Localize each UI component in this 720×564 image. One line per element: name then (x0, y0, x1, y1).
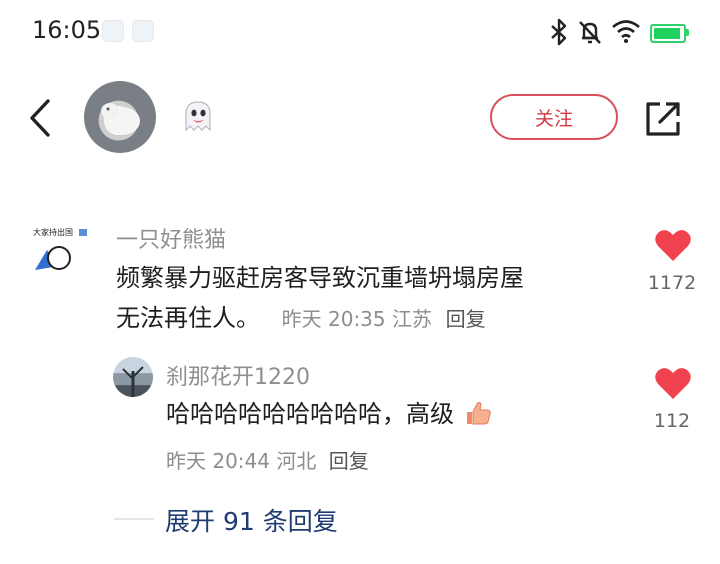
comment-like-count: 1172 (647, 272, 697, 294)
comment-like-heart-icon[interactable] (654, 228, 692, 262)
comment-reply-link[interactable]: 回复 (446, 307, 486, 331)
comment-text-end: 无法再住人。 (116, 304, 260, 332)
expand-replies-button[interactable]: 展开 91 条回复 (165, 502, 338, 538)
reply-reply-link[interactable]: 回复 (329, 449, 369, 473)
comment-text-line-2: 无法再住人。 昨天 20:35 江苏 回复 (116, 298, 486, 339)
battery-level (654, 28, 680, 39)
follow-button[interactable]: 关注 (490, 94, 618, 140)
battery-tip (686, 29, 689, 36)
reply-like-heart-icon[interactable] (654, 366, 692, 400)
avatar-badge-text: 大家持出国 (33, 227, 73, 237)
status-time: 16:05 (32, 16, 102, 44)
cartoon-avatar-image: 大家持出国 (33, 227, 87, 270)
commenter-avatar[interactable]: 大家持出国 (31, 226, 91, 286)
status-notification-icon (102, 20, 124, 42)
comment-username[interactable]: 一只好熊猫 (116, 222, 226, 254)
reply-text-row: 哈哈哈哈哈哈哈哈哈，高级 (166, 394, 492, 434)
reply-like-count: 112 (653, 410, 691, 432)
ghost-emoji-icon (185, 101, 211, 132)
wifi-icon (612, 20, 640, 43)
reply-username[interactable]: 刹那花开1220 (166, 359, 310, 391)
thumbs-up-emoji-icon (466, 402, 491, 425)
reply-avatar[interactable] (113, 357, 153, 397)
battery-icon (650, 24, 686, 43)
expand-divider (114, 518, 154, 520)
reply-meta: 昨天 20:44 河北 (166, 449, 317, 473)
comment-meta: 昨天 20:35 江苏 (281, 307, 432, 331)
back-arrow-icon[interactable] (28, 98, 54, 138)
cat-avatar-image (101, 103, 140, 135)
status-notification-icon (132, 20, 154, 42)
mute-bell-icon (579, 21, 601, 44)
reply-text: 哈哈哈哈哈哈哈哈哈，高级 (166, 400, 454, 428)
reply-meta-row: 昨天 20:44 河北 回复 (166, 445, 369, 474)
share-icon[interactable] (642, 98, 684, 140)
comment-text-line-1: 频繁暴力驱赶房客导致沉重墙坍塌房屋 (116, 264, 524, 292)
author-avatar[interactable] (84, 81, 156, 153)
tree-avatar-image (122, 366, 144, 397)
bluetooth-icon (551, 18, 567, 46)
